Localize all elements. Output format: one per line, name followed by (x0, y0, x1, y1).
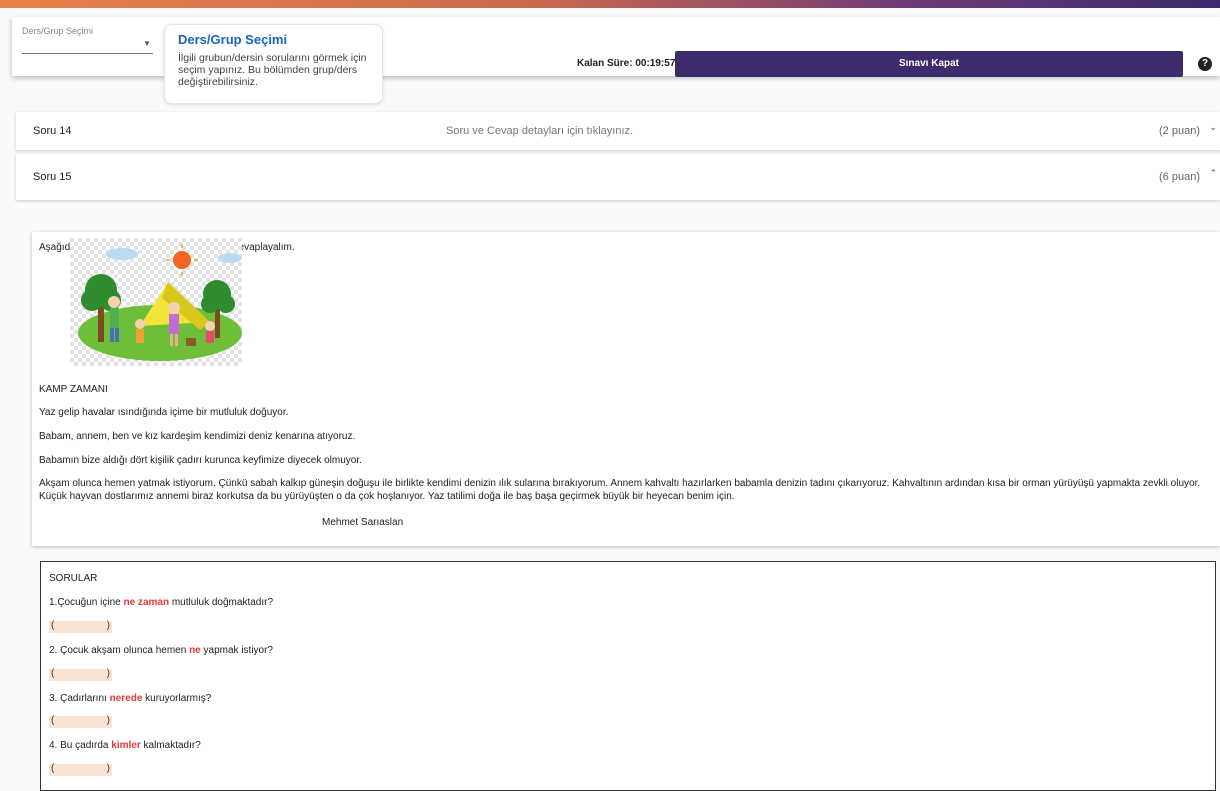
passage-line: Babamın bize aldığı dört kişilik çadırı … (39, 455, 362, 466)
course-select-tooltip: Ders/Grup Seçimi İlgili grubun/dersin so… (164, 24, 383, 104)
question-title: Soru 14 (33, 125, 72, 137)
answer-field[interactable]: () (49, 715, 112, 728)
course-select-label: Ders/Grup Seçimi (22, 26, 94, 36)
question-item: 3. Çadırlarını nerede kuruyorlarmış? (49, 693, 212, 704)
question-title: Soru 15 (33, 171, 72, 183)
question-hint: Soru ve Cevap detayları için tıklayınız. (446, 125, 634, 137)
close-exam-button[interactable]: Sınavı Kapat (675, 51, 1183, 77)
tooltip-text: İlgili grubun/dersin sorularını görmek i… (178, 52, 367, 88)
passage-author: Mehmet Sarıaslan (322, 517, 404, 528)
camping-family-illustration (70, 238, 242, 366)
passage-line: Yaz gelip havalar ısındığında içime bir … (39, 407, 289, 418)
passage-line: Babam, annem, ben ve kız kardeşim kendim… (39, 431, 356, 442)
question-item: 4. Bu çadırda kimler kalmaktadır? (49, 740, 201, 751)
passage-paragraph: Akşam olunca hemen yatmak istiyorum. Çün… (39, 478, 1201, 502)
question-14-header[interactable]: Soru 14 Soru ve Cevap detayları için tık… (16, 112, 1220, 150)
remaining-time: Kalan Süre: 00:19:57 (577, 58, 676, 69)
question-points: (2 puan) (1159, 125, 1200, 137)
answer-field[interactable]: () (49, 668, 112, 681)
help-icon[interactable]: ? (1198, 57, 1212, 71)
question-15-header[interactable]: Soru 15 (6 puan) ⌃ (16, 154, 1220, 200)
questions-heading: SORULAR (49, 573, 98, 584)
course-select[interactable] (22, 53, 153, 54)
top-gradient-stripe (0, 0, 1220, 8)
questions-box: SORULAR 1.Çocuğun içine ne zaman mutlulu… (40, 561, 1216, 791)
answer-field[interactable]: () (49, 620, 112, 633)
question-item: 1.Çocuğun içine ne zaman mutluluk doğmak… (49, 597, 274, 608)
chevron-down-icon[interactable]: ⌄ (1209, 122, 1217, 133)
question-points: (6 puan) (1159, 171, 1200, 183)
reading-passage-card: Aşağıdaki metni okuyalım. 5N 1K soruları… (32, 232, 1220, 546)
tooltip-title: Ders/Grup Seçimi (178, 32, 288, 47)
answer-field[interactable]: () (49, 763, 112, 776)
chevron-up-icon[interactable]: ⌃ (1209, 168, 1217, 179)
passage-title: KAMP ZAMANI (39, 384, 108, 395)
dropdown-arrow-icon[interactable]: ▼ (143, 39, 151, 48)
question-item: 2. Çocuk akşam olunca hemen ne yapmak is… (49, 645, 273, 656)
